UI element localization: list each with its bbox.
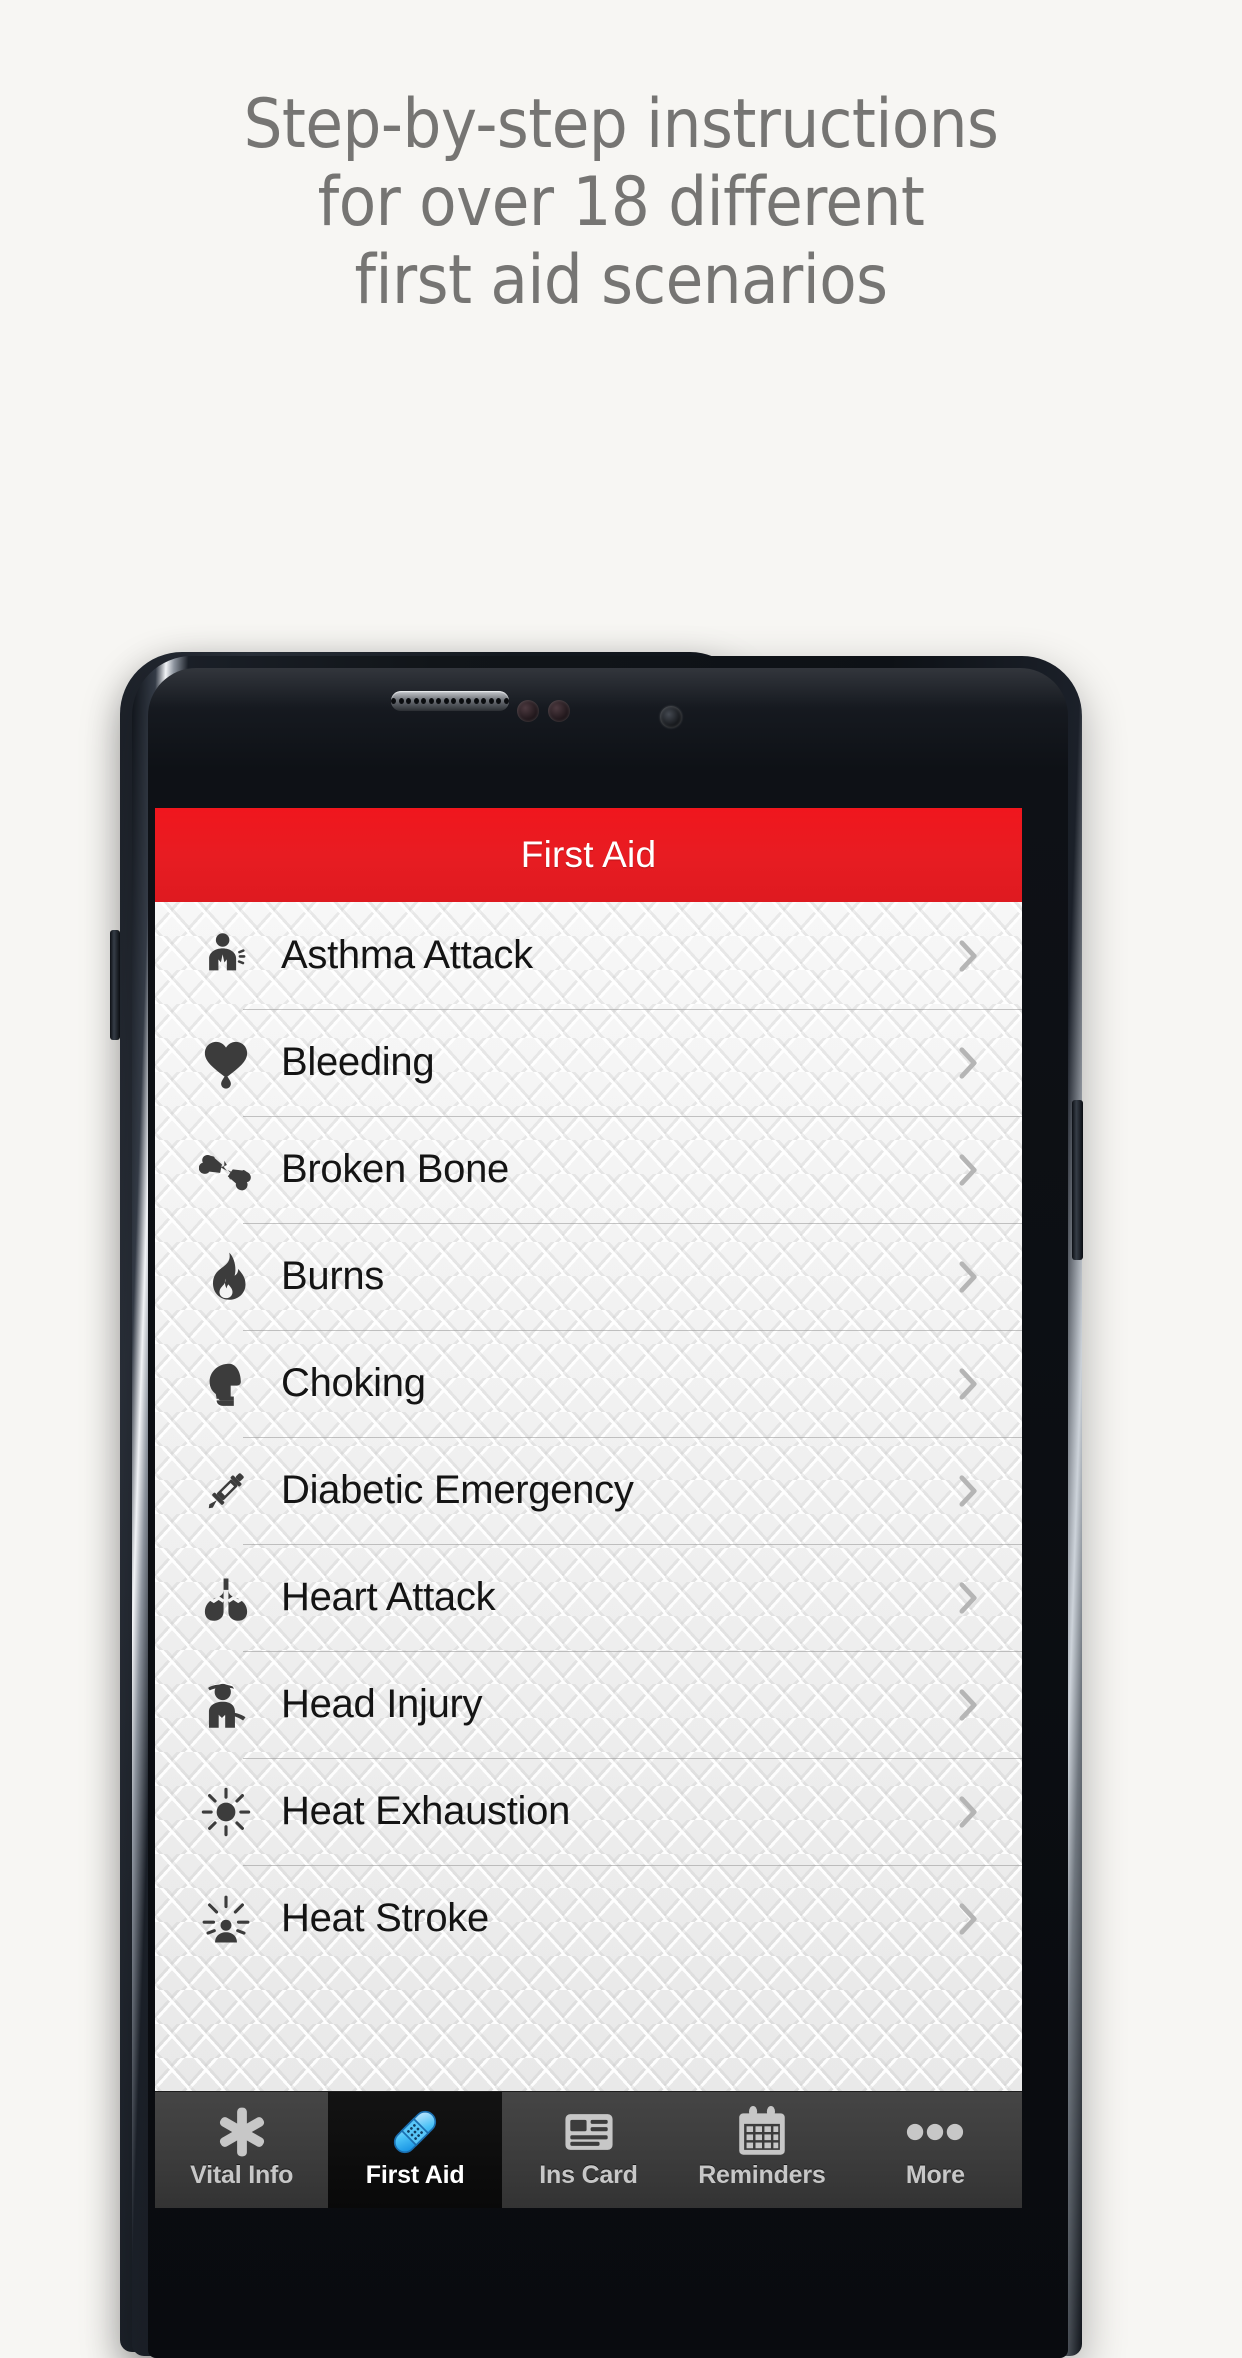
speaker-dot: [458, 698, 464, 704]
list-item[interactable]: Broken Bone: [155, 1116, 1022, 1223]
first-aid-scenario-list[interactable]: Asthma Attack Bleeding Broken Bone Burns…: [155, 902, 1022, 2091]
speaker-dot: [504, 698, 509, 704]
asthma-icon: [197, 927, 255, 985]
list-item-label: Head Injury: [281, 1682, 483, 1726]
syringe-icon: [197, 1462, 255, 1520]
list-item-label: Diabetic Emergency: [281, 1468, 634, 1512]
glass-sheen: [148, 668, 1068, 708]
list-item[interactable]: Burns: [155, 1223, 1022, 1330]
speaker-dot: [473, 698, 479, 704]
speaker-dot: [406, 698, 412, 704]
speaker-dot: [496, 698, 502, 704]
tab-label: First Aid: [365, 2161, 465, 2189]
head-injury-icon: [197, 1676, 255, 1734]
tab-label: More: [905, 2161, 965, 2189]
tab-first-aid[interactable]: First Aid: [328, 2092, 502, 2208]
id-card-icon: [558, 2103, 620, 2161]
list-item[interactable]: Heat Exhaustion: [155, 1758, 1022, 1865]
proximity-sensor-icon: [517, 700, 539, 722]
bottom-tab-bar[interactable]: Vital Info First Aid Ins Card Reminders …: [155, 2091, 1022, 2208]
choking-head-icon: [197, 1355, 255, 1413]
page-title: First Aid: [520, 834, 657, 875]
front-camera-icon: [660, 706, 682, 728]
navigation-bar: First Aid: [155, 808, 1022, 902]
chevron-right-icon: [959, 1367, 978, 1401]
ellipsis-icon: [904, 2103, 966, 2161]
app-screen: First Aid Asthma Attack Bleeding Broken …: [155, 808, 1022, 2208]
sun-person-icon: [197, 1890, 255, 1948]
tab-vital-info[interactable]: Vital Info: [155, 2092, 328, 2208]
tab-more[interactable]: More: [849, 2092, 1022, 2208]
chevron-right-icon: [959, 1581, 978, 1615]
list-item[interactable]: Asthma Attack: [155, 902, 1022, 1009]
list-item[interactable]: Heat Stroke: [155, 1865, 1022, 1972]
speaker-dot: [481, 698, 487, 704]
tab-label: Reminders: [698, 2161, 826, 2189]
chevron-right-icon: [959, 1260, 978, 1294]
list-item-label: Choking: [281, 1361, 426, 1405]
headline-line-3: first aid scenarios: [354, 241, 888, 320]
list-item[interactable]: Head Injury: [155, 1651, 1022, 1758]
broken-bone-icon: [197, 1141, 255, 1199]
chevron-right-icon: [959, 1795, 978, 1829]
speaker-dot: [391, 698, 396, 704]
calendar-icon: [731, 2103, 793, 2161]
volume-button[interactable]: [110, 930, 120, 1040]
light-sensor-icon: [548, 700, 570, 722]
chevron-right-icon: [959, 1902, 978, 1936]
list-item-label: Asthma Attack: [281, 933, 533, 977]
list-item[interactable]: Choking: [155, 1330, 1022, 1437]
tab-label: Vital Info: [190, 2161, 294, 2189]
tab-label: Ins Card: [539, 2161, 638, 2189]
list-item[interactable]: Heart Attack: [155, 1544, 1022, 1651]
sun-icon: [197, 1783, 255, 1841]
star-of-life-icon: [211, 2103, 273, 2161]
speaker-dot: [466, 698, 472, 704]
tab-ins-card[interactable]: Ins Card: [502, 2092, 675, 2208]
power-button[interactable]: [1072, 1100, 1083, 1260]
list-item-label: Bleeding: [281, 1040, 435, 1084]
speaker-dot: [421, 698, 427, 704]
list-item-label: Burns: [281, 1254, 384, 1298]
list-item[interactable]: Bleeding: [155, 1009, 1022, 1116]
list-item-label: Heat Exhaustion: [281, 1789, 571, 1833]
chevron-right-icon: [959, 1153, 978, 1187]
chevron-right-icon: [959, 1046, 978, 1080]
headline-line-2: for over 18 different: [317, 163, 925, 242]
speaker-dot: [413, 698, 419, 704]
list-item-label: Heat Stroke: [281, 1896, 489, 1940]
speaker-dot: [436, 698, 442, 704]
heart-blood-drop-icon: [197, 1034, 255, 1092]
chevron-right-icon: [959, 1688, 978, 1722]
chevron-right-icon: [959, 939, 978, 973]
earpiece-speaker-icon: [391, 691, 509, 711]
list-item-label: Broken Bone: [281, 1147, 509, 1191]
headline-line-1: Step-by-step instructions: [243, 85, 999, 164]
speaker-dot: [428, 698, 434, 704]
bandage-icon: [384, 2103, 446, 2161]
chevron-right-icon: [959, 1474, 978, 1508]
list-item-label: Heart Attack: [281, 1575, 496, 1619]
speaker-dot: [451, 698, 457, 704]
flame-icon: [197, 1248, 255, 1306]
speaker-dot: [443, 698, 449, 704]
promo-headline: Step-by-step instructions for over 18 di…: [0, 86, 1242, 320]
list-item[interactable]: Diabetic Emergency: [155, 1437, 1022, 1544]
lungs-icon: [197, 1569, 255, 1627]
speaker-dot: [488, 698, 494, 704]
speaker-dot: [398, 698, 404, 704]
tab-reminders[interactable]: Reminders: [675, 2092, 848, 2208]
